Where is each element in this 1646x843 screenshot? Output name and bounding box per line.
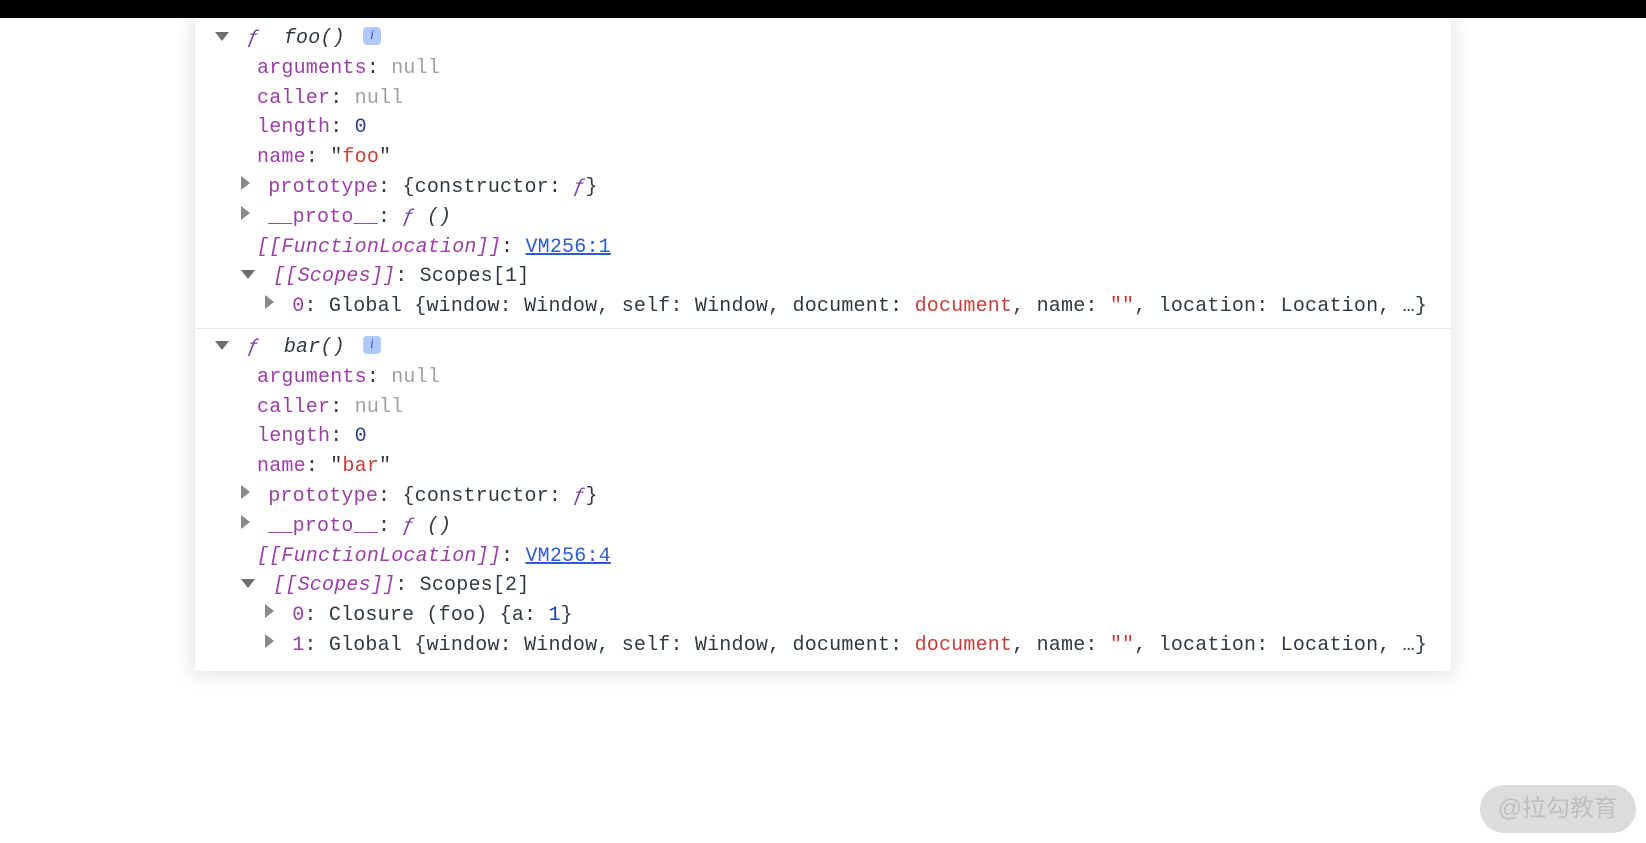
- chevron-right-icon[interactable]: [241, 515, 250, 529]
- info-icon[interactable]: i: [363, 336, 381, 354]
- prop-key: prototype: [268, 485, 378, 508]
- prop-key: name: [257, 146, 306, 169]
- function-glyph-icon: ƒ: [402, 515, 426, 538]
- prop-key: arguments: [257, 57, 367, 80]
- prop-proto[interactable]: __proto__: ƒ (): [195, 512, 1451, 542]
- scope-index: 0: [292, 295, 304, 318]
- prop-key: [[Scopes]]: [273, 574, 395, 597]
- prop-value: Scopes[1]: [420, 265, 530, 288]
- devtools-console-panel: ƒ foo() i arguments: null caller: null l…: [195, 18, 1451, 671]
- chevron-right-icon[interactable]: [265, 634, 274, 648]
- prop-value: null: [391, 366, 440, 389]
- function-glyph-icon: ƒ: [247, 336, 259, 359]
- prop-value: Scopes[2]: [420, 574, 530, 597]
- prop-key: caller: [257, 87, 330, 110]
- scope-entry-global[interactable]: 1: Global {window: Window, self: Window,…: [195, 631, 1451, 661]
- object-header-bar[interactable]: ƒ bar() i: [195, 333, 1451, 363]
- prop-value: foo: [342, 146, 379, 169]
- prop-value: null: [355, 396, 404, 419]
- prop-function-location[interactable]: [[FunctionLocation]]: VM256:4: [195, 542, 1451, 572]
- scope-entry-global[interactable]: 0: Global {window: Window, self: Window,…: [195, 292, 1451, 322]
- chevron-down-icon[interactable]: [241, 270, 255, 279]
- quote: ": [330, 146, 342, 169]
- prop-key: [[FunctionLocation]]: [257, 236, 501, 259]
- source-location-link[interactable]: VM256:4: [525, 545, 610, 568]
- watermark-badge: @拉勾教育: [1480, 785, 1636, 833]
- prop-arguments[interactable]: arguments: null: [195, 54, 1451, 84]
- prop-arguments[interactable]: arguments: null: [195, 363, 1451, 393]
- function-signature: foo(): [272, 27, 345, 50]
- prop-key: __proto__: [268, 515, 378, 538]
- function-glyph-icon: ƒ: [573, 176, 585, 199]
- chevron-down-icon[interactable]: [241, 579, 255, 588]
- info-icon[interactable]: i: [363, 27, 381, 45]
- prop-key: __proto__: [268, 206, 378, 229]
- prop-function-location[interactable]: [[FunctionLocation]]: VM256:1: [195, 233, 1451, 263]
- prop-name[interactable]: name: "bar": [195, 452, 1451, 482]
- chevron-right-icon[interactable]: [265, 295, 274, 309]
- prop-key: length: [257, 116, 330, 139]
- function-glyph-icon: ƒ: [402, 206, 426, 229]
- prop-scopes[interactable]: [[Scopes]]: Scopes[2]: [195, 571, 1451, 601]
- prop-value: bar: [342, 455, 379, 478]
- prop-value: null: [391, 57, 440, 80]
- prop-caller[interactable]: caller: null: [195, 393, 1451, 423]
- prop-name[interactable]: name: "foo": [195, 143, 1451, 173]
- chevron-down-icon[interactable]: [215, 32, 229, 41]
- scope-entry-closure[interactable]: 0: Closure (foo) {a: 1}: [195, 601, 1451, 631]
- prop-proto[interactable]: __proto__: ƒ (): [195, 203, 1451, 233]
- prop-value: 0: [355, 116, 367, 139]
- quote: ": [330, 455, 342, 478]
- prop-length[interactable]: length: 0: [195, 113, 1451, 143]
- source-location-link[interactable]: VM256:1: [525, 236, 610, 259]
- prop-key: name: [257, 455, 306, 478]
- function-glyph-icon: ƒ: [573, 485, 585, 508]
- divider: [195, 328, 1451, 329]
- quote: ": [379, 455, 391, 478]
- scope-index: 1: [292, 634, 304, 657]
- prop-prototype[interactable]: prototype: {constructor: ƒ}: [195, 173, 1451, 203]
- prop-key: caller: [257, 396, 330, 419]
- prop-key: [[Scopes]]: [273, 265, 395, 288]
- window-top-bar: [0, 0, 1646, 18]
- quote: ": [379, 146, 391, 169]
- prop-key: prototype: [268, 176, 378, 199]
- prop-key: length: [257, 425, 330, 448]
- chevron-right-icon[interactable]: [241, 485, 250, 499]
- prop-value: null: [355, 87, 404, 110]
- chevron-right-icon[interactable]: [265, 604, 274, 618]
- chevron-right-icon[interactable]: [241, 176, 250, 190]
- function-signature: bar(): [272, 336, 345, 359]
- function-glyph-icon: ƒ: [247, 27, 259, 50]
- chevron-down-icon[interactable]: [215, 341, 229, 350]
- object-header-foo[interactable]: ƒ foo() i: [195, 24, 1451, 54]
- prop-caller[interactable]: caller: null: [195, 84, 1451, 114]
- scope-index: 0: [292, 604, 304, 627]
- prop-key: arguments: [257, 366, 367, 389]
- prop-prototype[interactable]: prototype: {constructor: ƒ}: [195, 482, 1451, 512]
- prop-scopes[interactable]: [[Scopes]]: Scopes[1]: [195, 262, 1451, 292]
- prop-length[interactable]: length: 0: [195, 422, 1451, 452]
- prop-value: 0: [355, 425, 367, 448]
- chevron-right-icon[interactable]: [241, 206, 250, 220]
- prop-key: [[FunctionLocation]]: [257, 545, 501, 568]
